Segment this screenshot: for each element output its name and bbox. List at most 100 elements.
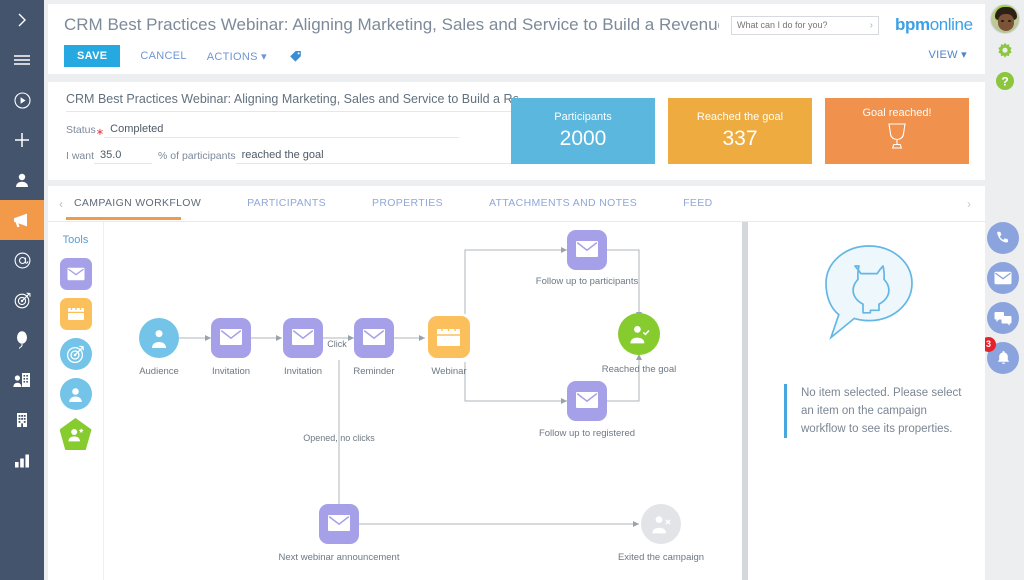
workflow-node-webinar[interactable]: Webinar [428, 316, 470, 377]
node-label: Next webinar announcement [279, 552, 400, 563]
actions-label: ACTIONS [206, 50, 258, 63]
status-value[interactable]: Completed [104, 123, 460, 138]
email-icon[interactable] [987, 262, 1019, 294]
chevron-down-icon: ▾ [961, 49, 967, 61]
contacts-icon[interactable] [0, 360, 44, 400]
node-label: Follow up to registered [539, 428, 635, 439]
webinar-tool[interactable] [59, 298, 92, 330]
brand-logo: bpmonline [895, 15, 973, 35]
search-submit-chevron-icon[interactable]: › [870, 20, 873, 31]
building-icon[interactable] [0, 400, 44, 440]
workflow-node-next-webinar-announcement[interactable]: Next webinar announcement [279, 504, 400, 563]
workflow-node-audience[interactable]: Audience [139, 318, 179, 377]
node-label: Webinar [431, 366, 466, 377]
app-root: ? 3 CRM Best Practices Webinar: Aligning… [0, 0, 1024, 580]
trophy-icon [884, 122, 910, 155]
target-icon[interactable] [0, 280, 44, 320]
edge-label-opened-no-clicks: Opened, no clicks [303, 433, 375, 443]
panel-splitter[interactable] [742, 222, 748, 580]
required-marker: ∗ [95, 127, 105, 138]
search-input[interactable] [737, 20, 870, 30]
node-label: Invitation [212, 366, 250, 377]
person-icon[interactable] [0, 160, 44, 200]
status-label: Status [66, 124, 96, 136]
phone-icon[interactable] [987, 222, 1019, 254]
node-label: Reminder [353, 366, 394, 377]
kpi-label: Reached the goal [696, 111, 784, 123]
brand-prefix: bpm [895, 15, 930, 34]
cancel-button[interactable]: CANCEL [140, 50, 186, 62]
campaign-workflow-canvas[interactable]: Audience Invitation Invitation Reminder … [105, 222, 785, 580]
workflow-node-invitation-2[interactable]: Invitation [283, 318, 323, 377]
goal-condition-value[interactable]: reached the goal [235, 149, 518, 164]
kpi-participants[interactable]: Participants 2000 [511, 98, 655, 164]
menu-hamburger-icon[interactable] [0, 40, 44, 80]
properties-panel: No item selected. Please select an item … [752, 222, 985, 580]
actions-menu-button[interactable]: ACTIONS ▾ [207, 50, 267, 63]
workflow-node-follow-up-registered[interactable]: Follow up to registered [539, 381, 635, 439]
save-button[interactable]: SAVE [64, 45, 121, 67]
tabs-scroll-left-icon[interactable]: ‹ [48, 197, 74, 211]
balloon-icon[interactable] [0, 320, 44, 360]
node-label: Reached the goal [602, 364, 676, 375]
kpi-tiles: Participants 2000 Reached the goal 337 G… [498, 98, 969, 164]
audience-tool[interactable] [59, 378, 92, 410]
record-info-card: CRM Best Practices Webinar: Aligning Mar… [48, 82, 985, 180]
kpi-reached-the-goal[interactable]: Reached the goal 337 [668, 98, 812, 164]
tools-title: Tools [62, 234, 89, 246]
kpi-goal-reached[interactable]: Goal reached! [825, 98, 969, 164]
workflow-diagram: Audience Invitation Invitation Reminder … [139, 230, 704, 563]
kpi-label: Participants [554, 111, 612, 123]
tab-campaign-workflow[interactable]: CAMPAIGN WORKFLOW [65, 197, 201, 220]
node-label: Invitation [284, 366, 322, 377]
workflow-node-reached-the-goal[interactable]: Reached the goal [602, 313, 676, 375]
bell-icon[interactable]: 3 [981, 337, 1019, 374]
goal-tool[interactable] [59, 418, 92, 450]
communication-panel: 3 [981, 222, 1021, 382]
workflow-node-exited-the-campaign[interactable]: Exited the campaign [618, 504, 704, 563]
expand-chevron-icon[interactable] [0, 0, 44, 40]
percent-of-participants-label: % of participants [158, 150, 236, 162]
workflow-node-follow-up-participants[interactable]: Follow up to participants [536, 230, 639, 287]
svg-text:?: ? [1001, 75, 1008, 89]
email-tool[interactable] [59, 258, 92, 290]
record-title-field[interactable]: CRM Best Practices Webinar: Aligning Mar… [66, 92, 518, 112]
header-card: CRM Best Practices Webinar: Aligning Mar… [48, 4, 985, 74]
page-title: CRM Best Practices Webinar: Aligning Mar… [64, 15, 719, 34]
play-circle-icon[interactable] [0, 80, 44, 120]
tools-panel: Tools [48, 222, 104, 580]
gear-icon[interactable] [994, 41, 1016, 63]
kpi-label: Goal reached! [862, 107, 932, 119]
node-label: Audience [139, 366, 179, 377]
tab-participants[interactable]: PARTICIPANTS [247, 197, 326, 220]
kpi-value: 2000 [559, 127, 607, 150]
tabs-scroll-right-icon[interactable]: › [967, 197, 971, 211]
view-menu-button[interactable]: VIEW ▾ [929, 48, 968, 61]
global-search[interactable]: › [731, 15, 879, 35]
no-selection-message: No item selected. Please select an item … [784, 384, 967, 438]
chat-icon[interactable] [987, 302, 1019, 334]
i-want-label: I want [66, 150, 95, 162]
title-row: CRM Best Practices Webinar: Aligning Mar… [48, 4, 985, 38]
right-sidebar: ? 3 [981, 0, 1024, 580]
tag-icon[interactable] [289, 49, 303, 63]
tab-attachments-and-notes[interactable]: ATTACHMENTS AND NOTES [489, 197, 637, 220]
workflow-node-reminder[interactable]: Reminder [353, 318, 395, 377]
target-tool[interactable] [59, 338, 92, 370]
bar-chart-icon[interactable] [0, 440, 44, 480]
workflow-node-invitation-1[interactable]: Invitation [211, 318, 251, 377]
speech-bubble-icon [824, 245, 913, 341]
tab-feed[interactable]: FEED [683, 197, 712, 220]
toolbar: SAVE CANCEL ACTIONS ▾ [48, 38, 985, 68]
at-sign-icon[interactable] [0, 240, 44, 280]
megaphone-icon[interactable] [0, 200, 44, 240]
tab-bar: ‹ CAMPAIGN WORKFLOW PARTICIPANTS PROPERT… [48, 186, 985, 222]
percent-input[interactable]: 35.0 [94, 149, 153, 164]
node-label: Follow up to participants [536, 276, 639, 287]
view-label: VIEW [928, 49, 958, 61]
tab-properties[interactable]: PROPERTIES [372, 197, 443, 220]
plus-icon[interactable] [0, 120, 44, 160]
help-icon[interactable]: ? [994, 70, 1016, 92]
avatar[interactable] [989, 4, 1020, 34]
brand-suffix: online [929, 15, 973, 34]
